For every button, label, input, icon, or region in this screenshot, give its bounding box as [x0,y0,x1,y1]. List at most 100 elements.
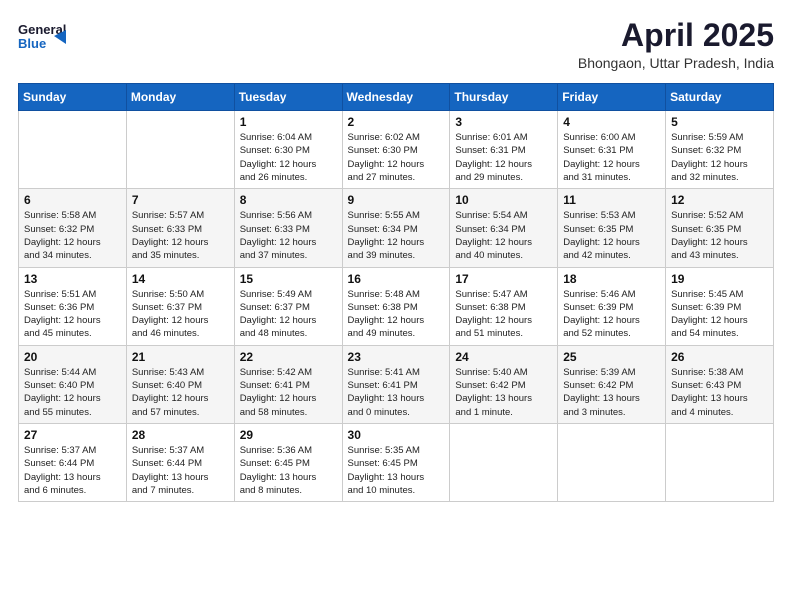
day-detail: Sunrise: 5:51 AMSunset: 6:36 PMDaylight:… [24,288,121,341]
calendar-cell: 30 Sunrise: 5:35 AMSunset: 6:45 PMDayligh… [342,423,450,501]
day-detail: Sunrise: 5:54 AMSunset: 6:34 PMDaylight:… [455,209,552,262]
day-number: 29 [240,428,337,442]
day-detail: Sunrise: 5:48 AMSunset: 6:38 PMDaylight:… [348,288,445,341]
calendar-cell: 6 Sunrise: 5:58 AMSunset: 6:32 PMDaylight… [19,189,127,267]
page: General Blue April 2025 Bhongaon, Uttar … [0,0,792,612]
calendar-cell: 18 Sunrise: 5:46 AMSunset: 6:39 PMDayligh… [558,267,666,345]
day-of-week-header: Wednesday [342,84,450,111]
calendar-cell: 2 Sunrise: 6:02 AMSunset: 6:30 PMDaylight… [342,111,450,189]
day-number: 26 [671,350,768,364]
calendar-week-row: 20 Sunrise: 5:44 AMSunset: 6:40 PMDayligh… [19,345,774,423]
day-detail: Sunrise: 5:40 AMSunset: 6:42 PMDaylight:… [455,366,552,419]
day-detail: Sunrise: 5:59 AMSunset: 6:32 PMDaylight:… [671,131,768,184]
calendar-table: SundayMondayTuesdayWednesdayThursdayFrid… [18,83,774,502]
calendar-cell: 27Sunrise: 5:37 AMSunset: 6:44 PMDayligh… [19,423,127,501]
day-detail: Sunrise: 5:42 AMSunset: 6:41 PMDaylight:… [240,366,337,419]
calendar-cell: 16 Sunrise: 5:48 AMSunset: 6:38 PMDayligh… [342,267,450,345]
calendar-week-row: 1 Sunrise: 6:04 AMSunset: 6:30 PMDaylight… [19,111,774,189]
logo-icon: General Blue [18,18,66,56]
calendar-cell [450,423,558,501]
day-number: 25 [563,350,660,364]
day-detail: Sunrise: 6:01 AMSunset: 6:31 PMDaylight:… [455,131,552,184]
day-number: 14 [132,272,229,286]
day-detail: Sunrise: 5:37 AMSunset: 6:44 PMDaylight:… [132,444,229,497]
day-detail: Sunrise: 6:02 AMSunset: 6:30 PMDaylight:… [348,131,445,184]
header: General Blue April 2025 Bhongaon, Uttar … [18,18,774,71]
day-detail: Sunrise: 5:46 AMSunset: 6:39 PMDaylight:… [563,288,660,341]
day-detail: Sunrise: 5:52 AMSunset: 6:35 PMDaylight:… [671,209,768,262]
calendar-week-row: 6 Sunrise: 5:58 AMSunset: 6:32 PMDaylight… [19,189,774,267]
day-detail: Sunrise: 5:44 AMSunset: 6:40 PMDaylight:… [24,366,121,419]
calendar-title: April 2025 [578,18,774,53]
day-number: 8 [240,193,337,207]
day-number: 5 [671,115,768,129]
calendar-cell: 23 Sunrise: 5:41 AMSunset: 6:41 PMDayligh… [342,345,450,423]
day-number: 30 [348,428,445,442]
calendar-cell: 19 Sunrise: 5:45 AMSunset: 6:39 PMDayligh… [666,267,774,345]
day-detail: Sunrise: 6:04 AMSunset: 6:30 PMDaylight:… [240,131,337,184]
calendar-cell [558,423,666,501]
day-number: 19 [671,272,768,286]
calendar-cell: 21Sunrise: 5:43 AMSunset: 6:40 PMDayligh… [126,345,234,423]
day-detail: Sunrise: 5:35 AMSunset: 6:45 PMDaylight:… [348,444,445,497]
day-detail: Sunrise: 5:41 AMSunset: 6:41 PMDaylight:… [348,366,445,419]
calendar-cell [666,423,774,501]
calendar-cell: 17 Sunrise: 5:47 AMSunset: 6:38 PMDayligh… [450,267,558,345]
calendar-cell: 26 Sunrise: 5:38 AMSunset: 6:43 PMDayligh… [666,345,774,423]
day-detail: Sunrise: 6:00 AMSunset: 6:31 PMDaylight:… [563,131,660,184]
day-detail: Sunrise: 5:47 AMSunset: 6:38 PMDaylight:… [455,288,552,341]
calendar-cell: 28 Sunrise: 5:37 AMSunset: 6:44 PMDayligh… [126,423,234,501]
calendar-cell: 20 Sunrise: 5:44 AMSunset: 6:40 PMDayligh… [19,345,127,423]
calendar-cell: 11 Sunrise: 5:53 AMSunset: 6:35 PMDayligh… [558,189,666,267]
calendar-cell: 25Sunrise: 5:39 AMSunset: 6:42 PMDayligh… [558,345,666,423]
logo: General Blue [18,18,66,61]
day-detail: Sunrise: 5:37 AMSunset: 6:44 PMDaylight:… [24,444,121,497]
day-number: 1 [240,115,337,129]
day-detail: Sunrise: 5:38 AMSunset: 6:43 PMDaylight:… [671,366,768,419]
svg-text:Blue: Blue [18,36,46,51]
day-number: 23 [348,350,445,364]
calendar-cell [126,111,234,189]
day-number: 10 [455,193,552,207]
calendar-week-row: 27Sunrise: 5:37 AMSunset: 6:44 PMDayligh… [19,423,774,501]
day-of-week-header: Monday [126,84,234,111]
day-detail: Sunrise: 5:50 AMSunset: 6:37 PMDaylight:… [132,288,229,341]
calendar-cell: 15 Sunrise: 5:49 AMSunset: 6:37 PMDayligh… [234,267,342,345]
day-number: 9 [348,193,445,207]
calendar-cell: 3 Sunrise: 6:01 AMSunset: 6:31 PMDaylight… [450,111,558,189]
day-of-week-header: Saturday [666,84,774,111]
day-number: 22 [240,350,337,364]
calendar-cell: 29Sunrise: 5:36 AMSunset: 6:45 PMDayligh… [234,423,342,501]
day-number: 16 [348,272,445,286]
day-number: 18 [563,272,660,286]
day-number: 17 [455,272,552,286]
calendar-cell: 5 Sunrise: 5:59 AMSunset: 6:32 PMDaylight… [666,111,774,189]
day-detail: Sunrise: 5:49 AMSunset: 6:37 PMDaylight:… [240,288,337,341]
day-number: 15 [240,272,337,286]
calendar-cell: 22 Sunrise: 5:42 AMSunset: 6:41 PMDayligh… [234,345,342,423]
day-number: 4 [563,115,660,129]
day-number: 2 [348,115,445,129]
calendar-location: Bhongaon, Uttar Pradesh, India [578,55,774,71]
day-number: 28 [132,428,229,442]
day-of-week-header: Sunday [19,84,127,111]
day-number: 3 [455,115,552,129]
day-detail: Sunrise: 5:55 AMSunset: 6:34 PMDaylight:… [348,209,445,262]
day-detail: Sunrise: 5:43 AMSunset: 6:40 PMDaylight:… [132,366,229,419]
day-detail: Sunrise: 5:56 AMSunset: 6:33 PMDaylight:… [240,209,337,262]
calendar-cell: 24Sunrise: 5:40 AMSunset: 6:42 PMDayligh… [450,345,558,423]
day-number: 6 [24,193,121,207]
day-number: 20 [24,350,121,364]
day-detail: Sunrise: 5:53 AMSunset: 6:35 PMDaylight:… [563,209,660,262]
calendar-header-row: SundayMondayTuesdayWednesdayThursdayFrid… [19,84,774,111]
calendar-cell: 4 Sunrise: 6:00 AMSunset: 6:31 PMDaylight… [558,111,666,189]
day-detail: Sunrise: 5:58 AMSunset: 6:32 PMDaylight:… [24,209,121,262]
calendar-cell: 8 Sunrise: 5:56 AMSunset: 6:33 PMDaylight… [234,189,342,267]
calendar-cell: 13Sunrise: 5:51 AMSunset: 6:36 PMDayligh… [19,267,127,345]
day-number: 11 [563,193,660,207]
calendar-cell: 10 Sunrise: 5:54 AMSunset: 6:34 PMDayligh… [450,189,558,267]
calendar-week-row: 13Sunrise: 5:51 AMSunset: 6:36 PMDayligh… [19,267,774,345]
day-detail: Sunrise: 5:45 AMSunset: 6:39 PMDaylight:… [671,288,768,341]
day-detail: Sunrise: 5:57 AMSunset: 6:33 PMDaylight:… [132,209,229,262]
day-of-week-header: Tuesday [234,84,342,111]
